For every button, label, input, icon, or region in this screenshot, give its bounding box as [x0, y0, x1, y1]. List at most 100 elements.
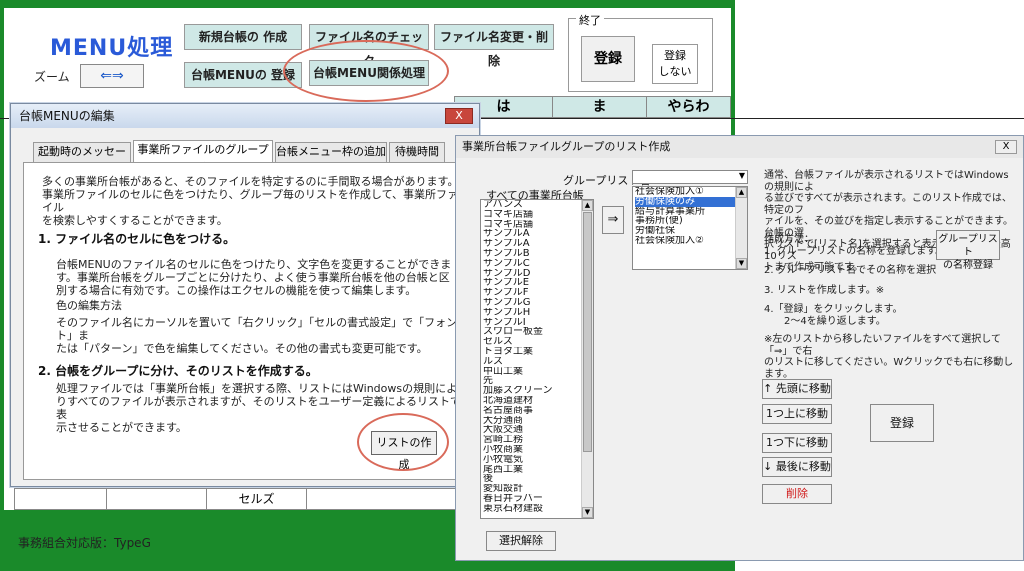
step4-text: 4.「登録」をクリックします。 [764, 304, 903, 315]
list-item[interactable]: コマキ店舗 [483, 210, 593, 220]
group-items-list[interactable]: 社会保険加入① 労働保険のみ 給与計算事業所 事務所(便) 労働社保 社会保険加入② ▲ … [632, 186, 748, 270]
bottom-grid-row: セルズ [14, 488, 456, 510]
list-item[interactable]: 尾西工業 [483, 465, 593, 475]
highlight-circle [357, 413, 449, 471]
color-method-text: そのファイル名にカーソルを置いて「右クリック」「セルの書式設定」で「フォント」ま… [56, 316, 458, 355]
step2-text: 2. グループリスト名でその名称を選択 [764, 265, 937, 276]
group-list-item[interactable]: 労働社保 [635, 226, 747, 236]
grid-cell [307, 489, 455, 509]
note-text: ※左のリストから移したいファイルをすべて選択して「⇒」で右 のリストに移してくださ… [764, 334, 1014, 380]
list-item[interactable]: ルス [483, 357, 593, 367]
list-item[interactable]: サンプルG [483, 298, 593, 308]
ledger-menu-edit-dialog: 台帳MENUの編集 X 起動時のメッセージ 事業所ファイルのグループ分 台帳メニ… [10, 103, 480, 487]
group-list-item[interactable]: 社会保険加入② [635, 236, 747, 246]
group-list-item[interactable]: 社会保険加入① [635, 187, 747, 197]
sheet-top-border [0, 0, 735, 8]
move-bottom-button[interactable]: ↓ 最後に移動 [762, 457, 832, 477]
tab-startup-message[interactable]: 起動時のメッセージ [33, 142, 131, 176]
list-item[interactable]: 後 [483, 474, 593, 484]
section1-heading: 1. ファイル名のセルに色をつける。 [38, 232, 236, 246]
list-item[interactable]: 中山工業 [483, 367, 593, 377]
howto-title: 作成方法： [764, 234, 814, 245]
menu-title: MENU処理 [50, 36, 174, 61]
grid-cell-serus[interactable]: セルズ [207, 489, 307, 509]
list-item[interactable]: サンプルC [483, 259, 593, 269]
file-rename-button[interactable]: ファイル名変更・削除 [434, 24, 554, 68]
grid-cell [15, 489, 107, 509]
list-item[interactable]: 春日井ラバー [483, 494, 593, 504]
scroll-up-icon[interactable]: ▲ [736, 187, 747, 198]
step4b-text: 2〜4を繰り返します。 [784, 316, 886, 327]
scroll-down-icon[interactable]: ▼ [582, 507, 593, 518]
scroll-up-icon[interactable]: ▲ [582, 200, 593, 211]
group-items: 社会保険加入① 労働保険のみ 給与計算事業所 事務所(便) 労働社保 社会保険加入② [635, 187, 747, 246]
version-footer: 事務組合対応版：TypeG [18, 536, 151, 550]
clear-selection-button[interactable]: 選択解除 [486, 531, 556, 551]
list-item[interactable]: トヨタ工業 [483, 347, 593, 357]
no-register-button[interactable]: 登録 しない [652, 44, 698, 84]
move-right-button[interactable]: ⇒ [602, 206, 624, 234]
list-item[interactable]: 加藤スクリーン [483, 386, 593, 396]
color-method-label: 色の編集方法 [56, 299, 122, 312]
list-item[interactable]: サンプルD [483, 269, 593, 279]
list-item[interactable]: サンプルE [483, 278, 593, 288]
move-up-button[interactable]: 1つ上に移動 [762, 404, 832, 424]
group-list-item[interactable]: 労働保険のみ [635, 196, 747, 207]
list-item[interactable]: 小牧商業 [483, 445, 593, 455]
list-item[interactable]: サンプルB [483, 249, 593, 259]
move-down-button[interactable]: 1つ下に移動 [762, 433, 832, 453]
all-ledgers-items: アバンス コマキ店舗 コマキ店舗 サンプルA サンプルA サンプルB サンプルC サンプルD サ… [483, 200, 593, 514]
close-icon[interactable]: X [995, 140, 1017, 154]
scrollbar[interactable]: ▲ ▼ [735, 187, 747, 269]
group-register-button[interactable]: 登録 [870, 404, 934, 442]
move-top-button[interactable]: ↑ 先頭に移動 [762, 379, 832, 399]
dialog-title: 台帳MENUの編集 [11, 104, 479, 128]
new-ledger-button[interactable]: 新規台帳の 作成 [184, 24, 302, 50]
step3-text: 3. リストを作成します。※ [764, 285, 885, 296]
tab-menu-frame-add[interactable]: 台帳メニュー枠の追加 [275, 142, 387, 162]
list-item[interactable]: サンプルI [483, 318, 593, 328]
group-list-item[interactable]: 事務所(便) [635, 216, 747, 226]
close-icon[interactable]: X [445, 108, 473, 124]
scrollbar[interactable]: ▲ ▼ [581, 200, 593, 518]
group-name-register-button[interactable]: グループリスト の名称登録 [936, 230, 1000, 271]
section1-text: 台帳MENUのファイル名のセルに色をつけたり、文字色を変更することができま す。事… [56, 258, 452, 297]
intro-text: 多くの事業所台帳があると、そのファイルを特定するのに手間取る場合があります。 事業… [42, 175, 459, 227]
group-list-dialog: 事業所台帳ファイルグループのリスト作成 X グループリスト名 ▼ すべての事業所… [455, 135, 1024, 561]
list-item[interactable]: 先 [483, 376, 593, 386]
list-item[interactable]: セルズ [483, 337, 593, 347]
grid-cell [107, 489, 207, 509]
list-item[interactable]: サンプルA [483, 239, 593, 249]
highlight-circle [283, 40, 449, 102]
list-item[interactable]: 北海道建材 [483, 396, 593, 406]
list-item[interactable]: 大分通商 [483, 416, 593, 426]
section2-heading: 2. 台帳をグループに分け、そのリストを作成する。 [38, 364, 318, 378]
list-item[interactable]: サンプルH [483, 308, 593, 318]
list-item[interactable]: サンプルA [483, 229, 593, 239]
list-item[interactable]: 小牧電気 [483, 455, 593, 465]
list-item[interactable]: スワロー板金 [483, 327, 593, 337]
list-item[interactable]: 宮崎工務 [483, 435, 593, 445]
list-item[interactable]: 愛知設計 [483, 484, 593, 494]
scroll-thumb[interactable] [583, 212, 592, 452]
all-ledgers-list[interactable]: アバンス コマキ店舗 コマキ店舗 サンプルA サンプルA サンプルB サンプルC サンプルD サ… [480, 199, 594, 519]
list-item[interactable]: 大阪交通 [483, 425, 593, 435]
group-list-select[interactable]: ▼ [632, 170, 748, 184]
chevron-down-icon: ▼ [738, 171, 745, 180]
list-item[interactable]: サンプルF [483, 288, 593, 298]
group-list-item[interactable]: 給与計算事業所 [635, 207, 747, 217]
list-item[interactable]: 名古屋商事 [483, 406, 593, 416]
tab-wait-time[interactable]: 待機時間 [389, 142, 445, 162]
zoom-label: ズーム [34, 70, 70, 84]
sheet-register-button[interactable]: 登録 [581, 36, 635, 82]
header-yarawa: やらわ [667, 99, 710, 115]
scroll-down-icon[interactable]: ▼ [736, 258, 747, 269]
zoom-arrows-icon[interactable]: ⇐⇒ [80, 64, 144, 88]
list-item[interactable]: アバンス [483, 200, 593, 210]
tab-file-grouping[interactable]: 事業所ファイルのグループ分 [133, 140, 273, 174]
end-group-label: 終了 [576, 12, 604, 28]
kana-header-row: は ま やらわ [454, 96, 731, 118]
list-item[interactable]: コマキ店舗 [483, 220, 593, 230]
delete-button[interactable]: 削除 [762, 484, 832, 504]
list-item[interactable]: 東京石材建設 [483, 504, 593, 514]
